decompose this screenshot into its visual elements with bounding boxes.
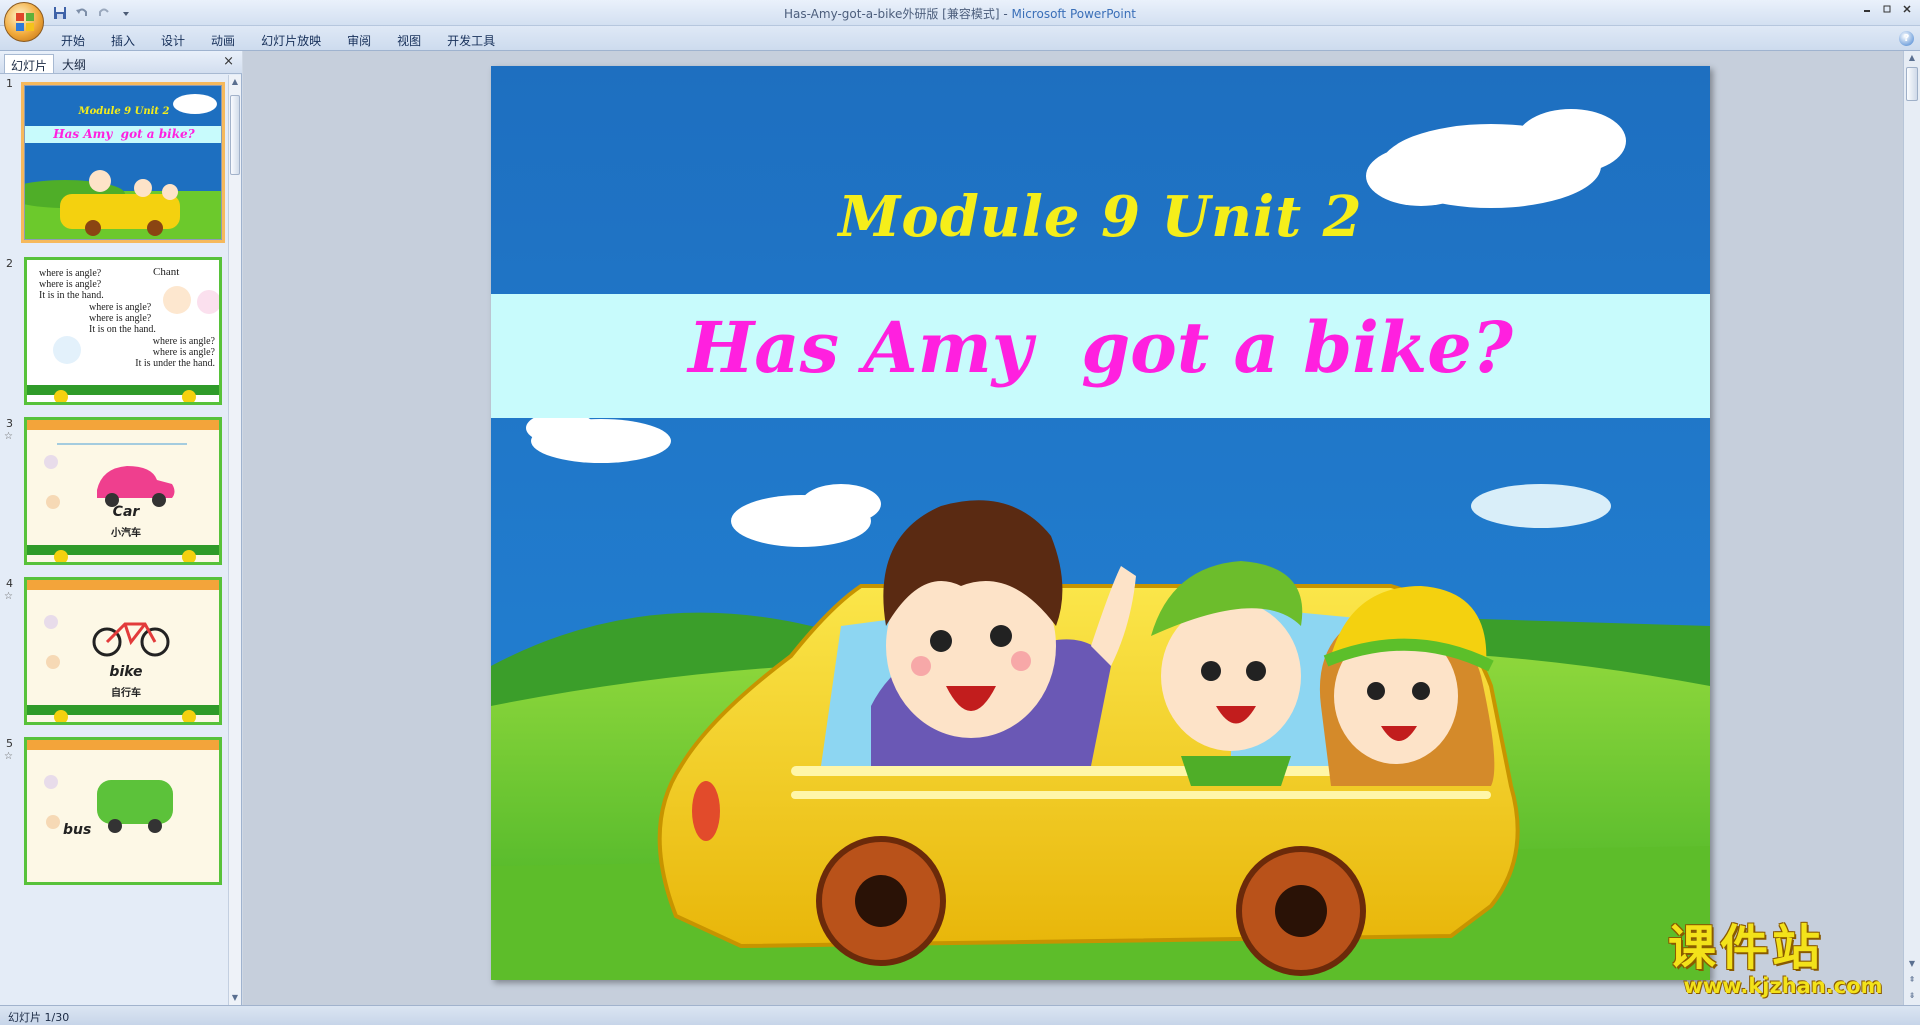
tab-animations[interactable]: 动画 — [198, 30, 248, 51]
chant-line: where is angle? — [89, 302, 152, 313]
thumbnail-2-lines-c: where is angle? where is angle? It is un… — [135, 336, 215, 369]
office-button[interactable] — [4, 2, 44, 42]
chant-line: It is under the hand. — [135, 358, 215, 369]
scroll-thumb[interactable] — [230, 95, 240, 175]
thumbnail-1-module: Module 9 Unit 2 — [78, 106, 170, 117]
minimize-icon[interactable] — [1858, 2, 1876, 16]
scroll-thumb[interactable] — [1906, 67, 1918, 101]
ribbon-tabs: 开始 插入 设计 动画 幻灯片放映 审阅 视图 开发工具 — [48, 30, 508, 51]
slide-number: 4 — [6, 577, 13, 590]
slide-question-title[interactable]: Has Amy got a bike? — [491, 306, 1710, 389]
tab-design[interactable]: 设计 — [148, 30, 198, 51]
tab-home[interactable]: 开始 — [48, 30, 98, 51]
thumbnail-3-art — [27, 420, 219, 562]
scroll-down-icon[interactable]: ▼ — [229, 991, 241, 1005]
tab-outline[interactable]: 大纲 — [56, 54, 92, 73]
watermark-logo: 课件站 www.kjzhan.com — [1668, 922, 1898, 1002]
thumbnail-3-word: Car — [112, 504, 140, 520]
thumbnail-4-word: bike — [109, 664, 143, 680]
thumbnail-2-lines-a: where is angle? where is angle? It is in… — [39, 268, 104, 301]
tab-slides[interactable]: 幻灯片 — [4, 54, 55, 73]
current-slide[interactable]: Module 9 Unit 2 Has Amy got a bike? — [491, 66, 1710, 980]
thumbnail-4-chinese: 自行车 — [111, 688, 141, 699]
status-bar: 幻灯片 1/30 — [0, 1005, 1920, 1025]
slide-number: 2 — [6, 257, 13, 270]
thumbnail-3-chinese: 小汽车 — [111, 528, 141, 539]
tab-review[interactable]: 审阅 — [334, 30, 384, 51]
chant-line: It is in the hand. — [39, 290, 104, 301]
restore-icon[interactable] — [1878, 2, 1896, 16]
window-title: Has-Amy-got-a-bike外研版 [兼容模式] - Microsoft… — [0, 5, 1920, 22]
slide-thumbnail-1[interactable]: Module 9 Unit 2 Has Amy got a bike? — [21, 82, 225, 243]
tab-developer[interactable]: 开发工具 — [434, 30, 508, 51]
chant-line: where is angle? — [39, 279, 102, 290]
thumbnail-5-art — [27, 740, 219, 833]
thumbnail-5-word: bus — [63, 822, 92, 838]
slide-module-title[interactable]: Module 9 Unit 2 — [491, 184, 1710, 250]
ribbon: 开始 插入 设计 动画 幻灯片放映 审阅 视图 开发工具 ? — [0, 26, 1920, 51]
office-logo-icon — [16, 13, 34, 31]
slide-editor: Module 9 Unit 2 Has Amy got a bike? — [243, 51, 1903, 1005]
animation-star-icon: ☆ — [4, 431, 13, 442]
panel-tabs: 幻灯片 大纲 × — [0, 51, 242, 74]
title-separator: - — [1003, 7, 1008, 21]
thumbnail-list: 1 Module 9 Unit 2 Has Amy got a bike? 2 … — [0, 75, 226, 1005]
thumbnail-2-lines-b: where is angle? where is angle? It is on… — [89, 302, 156, 335]
app-name: Microsoft PowerPoint — [1011, 7, 1137, 21]
slide-number: 1 — [6, 77, 13, 90]
chant-line: where is angle? — [89, 313, 152, 324]
slide-thumbnail-2[interactable]: Chant where is angle? where is angle? It… — [24, 257, 222, 405]
chant-line: It is on the hand. — [89, 324, 156, 335]
slide-thumbnail-4[interactable]: bike 自行车 — [24, 577, 222, 725]
help-icon[interactable]: ? — [1899, 31, 1914, 46]
title-bar: Has-Amy-got-a-bike外研版 [兼容模式] - Microsoft… — [0, 0, 1920, 42]
thumbnail-2-title: Chant — [153, 266, 180, 278]
slide-number: 3 — [6, 417, 13, 430]
next-slide-icon[interactable]: ⇟ — [1904, 989, 1920, 1003]
slides-panel: 幻灯片 大纲 × 1 Module 9 Unit 2 Has Amy got a… — [0, 51, 242, 1005]
tab-view[interactable]: 视图 — [384, 30, 434, 51]
animation-star-icon: ☆ — [4, 591, 13, 602]
scroll-up-icon[interactable]: ▲ — [1904, 51, 1920, 65]
slide-thumbnail-3[interactable]: Car 小汽车 — [24, 417, 222, 565]
close-panel-icon[interactable]: × — [223, 54, 234, 69]
chant-line: where is angle? — [152, 336, 215, 347]
slide-number: 5 — [6, 737, 13, 750]
close-icon[interactable] — [1898, 2, 1916, 16]
watermark-url: www.kjzhan.com — [1683, 974, 1883, 998]
chant-line: where is angle? — [39, 268, 102, 279]
animation-star-icon: ☆ — [4, 751, 13, 762]
thumbnail-4-art — [27, 580, 219, 722]
tab-slideshow[interactable]: 幻灯片放映 — [248, 30, 334, 51]
document-title: Has-Amy-got-a-bike外研版 [兼容模式] — [783, 7, 1000, 21]
tab-insert[interactable]: 插入 — [98, 30, 148, 51]
panel-scrollbar[interactable]: ▲ ▼ — [228, 75, 241, 1005]
chant-line: where is angle? — [152, 347, 215, 358]
scroll-up-icon[interactable]: ▲ — [229, 75, 241, 89]
window-controls — [1858, 2, 1916, 16]
editor-scrollbar[interactable]: ▲ ▼ ⇞ ⇟ — [1903, 51, 1920, 1005]
scroll-down-icon[interactable]: ▼ — [1904, 957, 1920, 971]
thumbnail-1-question: Has Amy got a bike? — [53, 127, 195, 141]
slide-indicator: 幻灯片 1/30 — [8, 1011, 70, 1024]
previous-slide-icon[interactable]: ⇞ — [1904, 973, 1920, 987]
watermark-main-text: 课件站 — [1668, 920, 1825, 976]
slide-thumbnail-5[interactable]: bus — [24, 737, 222, 885]
